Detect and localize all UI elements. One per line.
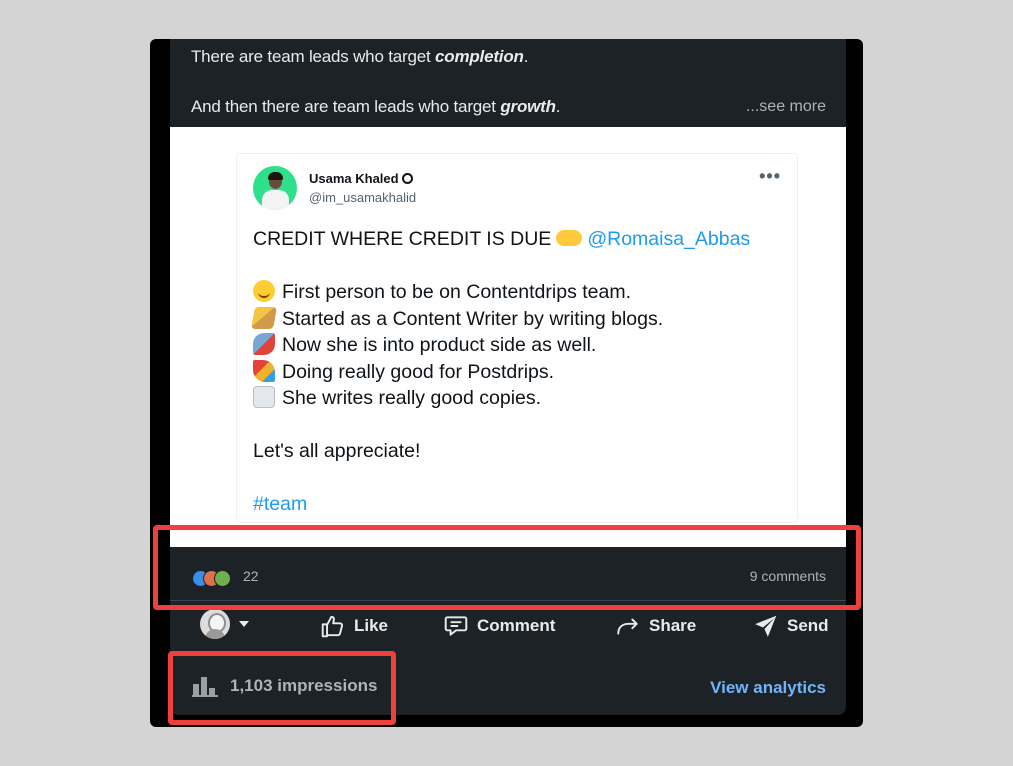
tweet-line: First person to be on Contentdrips team.	[253, 279, 783, 306]
tweet-headline: CREDIT WHERE CREDIT IS DUE @Romaisa_Abbas	[253, 226, 783, 253]
page-icon	[253, 386, 275, 408]
tweet-line-text: First person to be on Contentdrips team.	[282, 281, 632, 303]
caption-text: .	[523, 47, 529, 66]
comment-icon	[444, 616, 468, 636]
share-arrow-icon	[617, 618, 638, 635]
impressions-link[interactable]: 1,103 impressions	[192, 675, 377, 697]
post-media-image[interactable]: Usama Khaled @im_usamakhalid ••• CREDIT …	[170, 127, 846, 547]
view-analytics-link[interactable]: View analytics	[710, 678, 826, 698]
send-button[interactable]: Send	[753, 613, 829, 639]
tweet-author-name-text: Usama Khaled	[309, 171, 399, 186]
caption-emphasis: growth	[500, 97, 556, 116]
tweet-headline-text: CREDIT WHERE CREDIT IS DUE	[253, 228, 552, 250]
post-caption-line-1: There are team leads who target completi…	[191, 47, 528, 67]
writing-hand-icon	[251, 306, 277, 329]
tweet-author-avatar	[253, 166, 297, 210]
post-card: There are team leads who target completi…	[150, 39, 863, 727]
caption-emphasis: completion	[435, 47, 524, 66]
rocket-icon	[253, 333, 275, 355]
tweet-mention: @Romaisa_Abbas	[587, 228, 751, 250]
tweet-line: She writes really good copies.	[253, 385, 783, 412]
tweet-line: Now she is into product side as well.	[253, 332, 783, 359]
share-button[interactable]: Share	[615, 613, 696, 639]
party-popper-icon	[253, 359, 275, 382]
pointing-right-icon	[556, 230, 583, 246]
post-caption-line-2: And then there are team leads who target…	[191, 97, 561, 117]
analytics-bar: 1,103 impressions View analytics	[170, 661, 846, 715]
caption-text: There are team leads who target	[191, 47, 436, 66]
avatar	[200, 609, 230, 639]
tweet-body: CREDIT WHERE CREDIT IS DUE @Romaisa_Abbas…	[251, 226, 783, 518]
tweet-author-handle: @im_usamakhalid	[309, 190, 417, 205]
tweet-line-text: She writes really good copies.	[282, 387, 542, 409]
send-label: Send	[787, 616, 829, 635]
tweet-line: Doing really good for Postdrips.	[253, 359, 783, 386]
tweet-author-name: Usama Khaled	[309, 171, 413, 186]
chevron-down-icon	[239, 621, 249, 627]
send-paper-plane-icon	[755, 615, 777, 637]
reaction-count[interactable]: 22	[243, 568, 259, 584]
comments-count-link[interactable]: 9 comments	[750, 568, 826, 584]
like-button[interactable]: Like	[320, 613, 388, 639]
caption-text: .	[555, 97, 561, 116]
smiling-face-icon	[253, 280, 275, 302]
celebrate-reaction-icon	[214, 570, 231, 587]
bar-chart-icon	[192, 677, 218, 697]
tweet-hashtag: #team	[253, 493, 308, 515]
social-counts-bar: 22 9 comments	[170, 557, 846, 601]
like-label: Like	[354, 616, 389, 635]
impressions-count: 1,103 impressions	[230, 676, 378, 695]
tweet-line: Started as a Content Writer by writing b…	[251, 306, 783, 333]
see-more-link[interactable]: ...see more	[746, 98, 826, 116]
tweet-line-text: Now she is into product side as well.	[282, 334, 597, 356]
post-inner: There are team leads who target completi…	[170, 39, 846, 715]
tweet-closing: Let's all appreciate!	[253, 440, 421, 462]
more-options-icon: •••	[759, 166, 781, 186]
post-actions-bar: Like Comment Share Send	[170, 607, 846, 647]
actor-switcher[interactable]	[200, 609, 249, 639]
caption-text: And then there are team leads who target	[191, 97, 501, 116]
verified-badge-icon	[401, 173, 413, 184]
embedded-tweet: Usama Khaled @im_usamakhalid ••• CREDIT …	[236, 153, 798, 523]
thumbs-up-icon	[321, 615, 344, 638]
comment-button[interactable]: Comment	[443, 613, 555, 639]
tweet-line-text: Doing really good for Postdrips.	[282, 360, 555, 383]
tweet-line-text: Started as a Content Writer by writing b…	[282, 307, 664, 330]
comment-label: Comment	[477, 616, 556, 635]
share-label: Share	[649, 616, 697, 635]
